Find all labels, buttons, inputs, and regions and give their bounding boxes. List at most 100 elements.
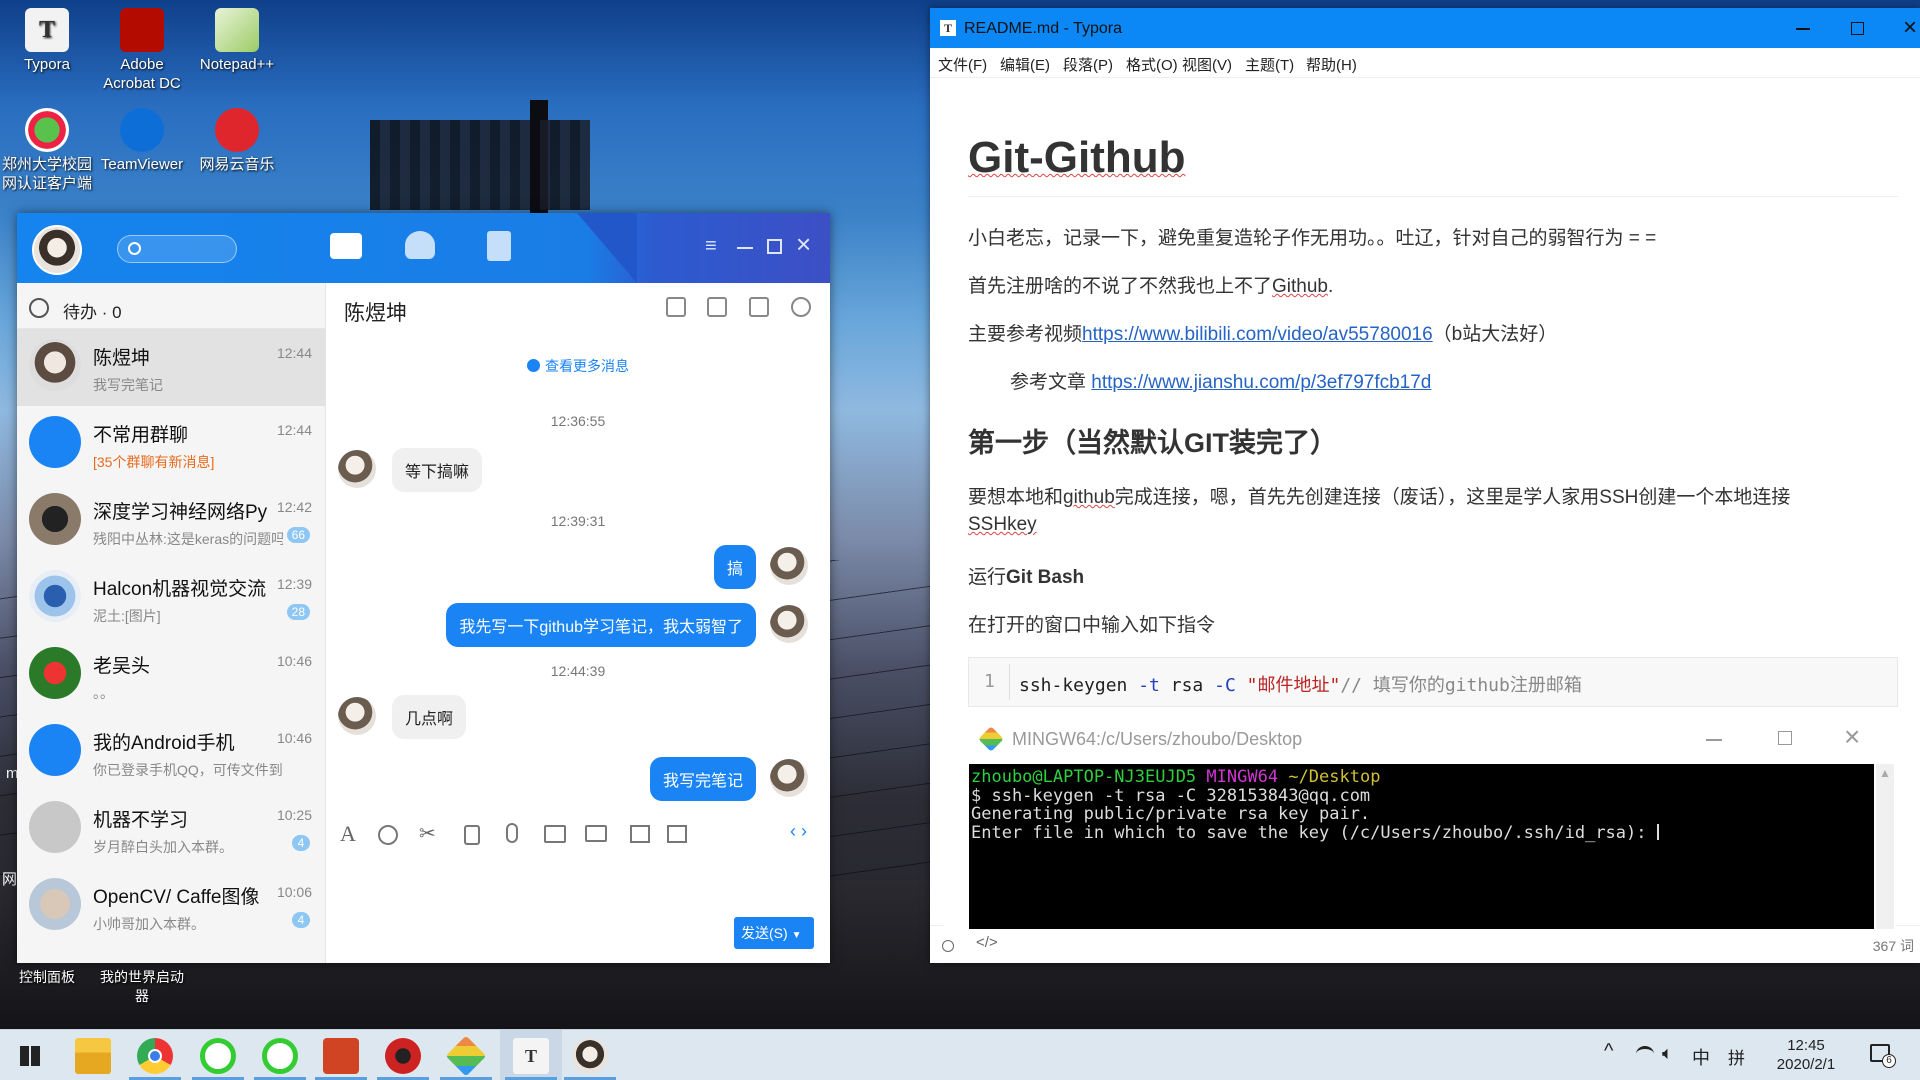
conversation-time: 10:46 (276, 730, 312, 746)
message-bubble[interactable]: 我先写一下github学习笔记，我太弱智了 (446, 603, 756, 647)
search-box[interactable] (117, 235, 237, 263)
menu-item[interactable]: 视图(V) (1182, 54, 1232, 75)
space-tab-icon[interactable] (487, 231, 511, 261)
maximize-icon[interactable] (1778, 731, 1792, 745)
message-avatar[interactable] (770, 547, 808, 585)
maximize-icon[interactable] (767, 239, 782, 254)
message-bubble[interactable]: 几点啊 (392, 695, 467, 739)
conversation-item[interactable]: 不常用群聊 12:44 [35个群聊有新消息] (17, 406, 326, 483)
conversation-item[interactable]: 我的Android手机 10:46 你已登录手机QQ，可传文件到手机 (17, 714, 326, 791)
close-icon[interactable]: × (796, 229, 811, 260)
file-explorer-icon[interactable] (75, 1038, 111, 1074)
chevron-up-icon[interactable]: ^ (1604, 1040, 1613, 1063)
send-button[interactable]: 发送(S) ▼ (734, 917, 814, 949)
qq-icon[interactable] (572, 1038, 608, 1074)
360-safe-icon[interactable] (262, 1038, 298, 1074)
menu-item[interactable]: 段落(P) (1063, 54, 1113, 75)
minimize-icon[interactable] (1706, 739, 1722, 741)
volume-icon[interactable]: 🔈︎ (1662, 1043, 1673, 1064)
360-browser-icon[interactable] (200, 1038, 236, 1074)
message-avatar[interactable] (338, 450, 376, 488)
gift-icon[interactable] (630, 825, 650, 843)
bilibili-link[interactable]: https://www.bilibili.com/video/av5578001… (1082, 324, 1433, 345)
add-member-icon[interactable] (749, 297, 769, 317)
desktop-icon-notepadpp[interactable]: Notepad++ (190, 8, 284, 74)
image-icon[interactable] (544, 825, 566, 843)
campus-net-icon (25, 108, 69, 152)
calendar-icon[interactable] (667, 825, 687, 843)
close-icon[interactable]: × (1903, 14, 1917, 42)
minimize-icon[interactable] (1796, 28, 1810, 30)
message-bubble[interactable]: 搞 (713, 545, 756, 589)
chrome-icon[interactable] (137, 1038, 173, 1074)
desktop-icon-campus-net[interactable]: 郑州大学校园网认证客户端 (0, 108, 94, 193)
maximize-icon[interactable] (1851, 22, 1864, 35)
more-messages-link[interactable]: 查看更多消息 (326, 356, 830, 376)
jianshu-link[interactable]: https://www.jianshu.com/p/3ef797fcb17d (1091, 372, 1431, 393)
desktop-icon-netease-music[interactable]: 网易云音乐 (190, 108, 284, 174)
message-avatar[interactable] (770, 759, 808, 797)
user-avatar[interactable] (32, 225, 82, 275)
desktop-icon-teamviewer[interactable]: TeamViewer (95, 108, 189, 174)
conversation-name: 我的Android手机 (93, 733, 235, 754)
font-icon[interactable]: A (340, 821, 356, 847)
ime-mode-indicator[interactable]: 拼 (1728, 1044, 1745, 1069)
conversation-preview: 岁月醉白头加入本群。 (93, 839, 233, 855)
app-icon[interactable] (385, 1038, 421, 1074)
conversation-item[interactable]: 深度学习神经网络Py 12:42 残阳中丛林:这是keras的问题吗 66 (17, 483, 326, 560)
share-screen-icon[interactable] (666, 297, 686, 317)
menu-item[interactable]: 帮助(H) (1306, 54, 1357, 75)
menu-item[interactable]: 主题(T) (1245, 54, 1294, 75)
message-avatar[interactable] (770, 605, 808, 643)
terminal[interactable]: zhoubo@LAPTOP-NJ3EUJD5 MINGW64 ~/Desktop… (969, 764, 1874, 929)
conversation-time: 10:06 (276, 884, 312, 900)
message-bubble[interactable]: 我写完笔记 (649, 757, 756, 801)
typora-taskbar-button[interactable]: T (500, 1030, 562, 1080)
conversation-time: 12:42 (276, 499, 312, 515)
ime-indicator[interactable]: 中 (1692, 1044, 1710, 1070)
code-block[interactable]: 1 ssh-keygen -t rsa -C "邮件地址"// 填写你的gith… (968, 657, 1898, 707)
unread-badge: 28 (286, 604, 310, 620)
menu-icon[interactable]: ≡ (705, 235, 717, 258)
emoji-icon[interactable] (378, 825, 398, 845)
powerpoint-icon[interactable] (323, 1038, 359, 1074)
conversation-preview: 残阳中丛林:这是keras的问题吗 (93, 531, 283, 547)
network-icon[interactable] (1636, 1046, 1654, 1062)
mingw-title: MINGW64:/c/Users/zhoubo/Desktop (1012, 729, 1303, 749)
desktop-icon-typora[interactable]: T Typora (0, 8, 94, 74)
git-gui-icon[interactable] (445, 1035, 487, 1077)
message-bubble[interactable]: 等下搞嘛 (392, 448, 483, 492)
desktop-icon-minecraft[interactable]: 我的世界启动器 (95, 968, 189, 1006)
conversation-preview: 。。 (93, 685, 114, 701)
menu-item[interactable]: 编辑(E) (1000, 54, 1050, 75)
clock[interactable]: 12:45 2020/2/1 (1766, 1036, 1846, 1074)
todo-bar[interactable]: 待办 · 0 (17, 283, 326, 329)
conversation-item[interactable]: Halcon机器视觉交流 12:39 泥土:[图片] 28 (17, 560, 326, 637)
message-tab-icon[interactable] (330, 233, 362, 259)
shake-icon[interactable] (464, 825, 480, 845)
remote-desktop-icon[interactable] (707, 297, 727, 317)
desktop-icon-acrobat[interactable]: Adobe Acrobat DC (95, 8, 189, 93)
conversation-item[interactable]: OpenCV/ Caffe图像 10:06 小帅哥加入本群。 4 (17, 868, 326, 945)
start-icon[interactable] (20, 1046, 40, 1066)
outline-toggle-icon[interactable] (942, 940, 954, 952)
menu-item[interactable]: 文件(F) (938, 54, 987, 75)
folder-icon[interactable] (585, 825, 607, 842)
contacts-tab-icon[interactable] (405, 231, 435, 259)
expand-arrows-icon[interactable]: ‹ › (790, 821, 807, 842)
conversation-item[interactable]: 老吴头 10:46 。。 (17, 637, 326, 714)
conversation-item[interactable]: 机器不学习 10:25 岁月醉白头加入本群。 4 (17, 791, 326, 868)
settings-icon[interactable] (791, 297, 811, 317)
source-code-icon[interactable]: </> (976, 934, 998, 951)
scissors-icon[interactable]: ✂ (419, 821, 436, 846)
message-avatar[interactable] (338, 697, 376, 735)
microphone-icon[interactable] (506, 823, 518, 843)
conversation-item[interactable]: 陈煜坤 12:44 我写完笔记 (17, 329, 326, 406)
menu-item[interactable]: 格式(O) (1126, 54, 1178, 75)
desktop-icon-control-panel[interactable]: 控制面板 (0, 968, 94, 987)
close-icon[interactable]: × (1844, 721, 1860, 753)
minimize-icon[interactable] (737, 247, 753, 249)
message-input[interactable] (336, 855, 816, 895)
word-count[interactable]: 367 词 (1873, 936, 1914, 956)
terminal-scrollbar[interactable]: ▲ (1876, 764, 1894, 929)
